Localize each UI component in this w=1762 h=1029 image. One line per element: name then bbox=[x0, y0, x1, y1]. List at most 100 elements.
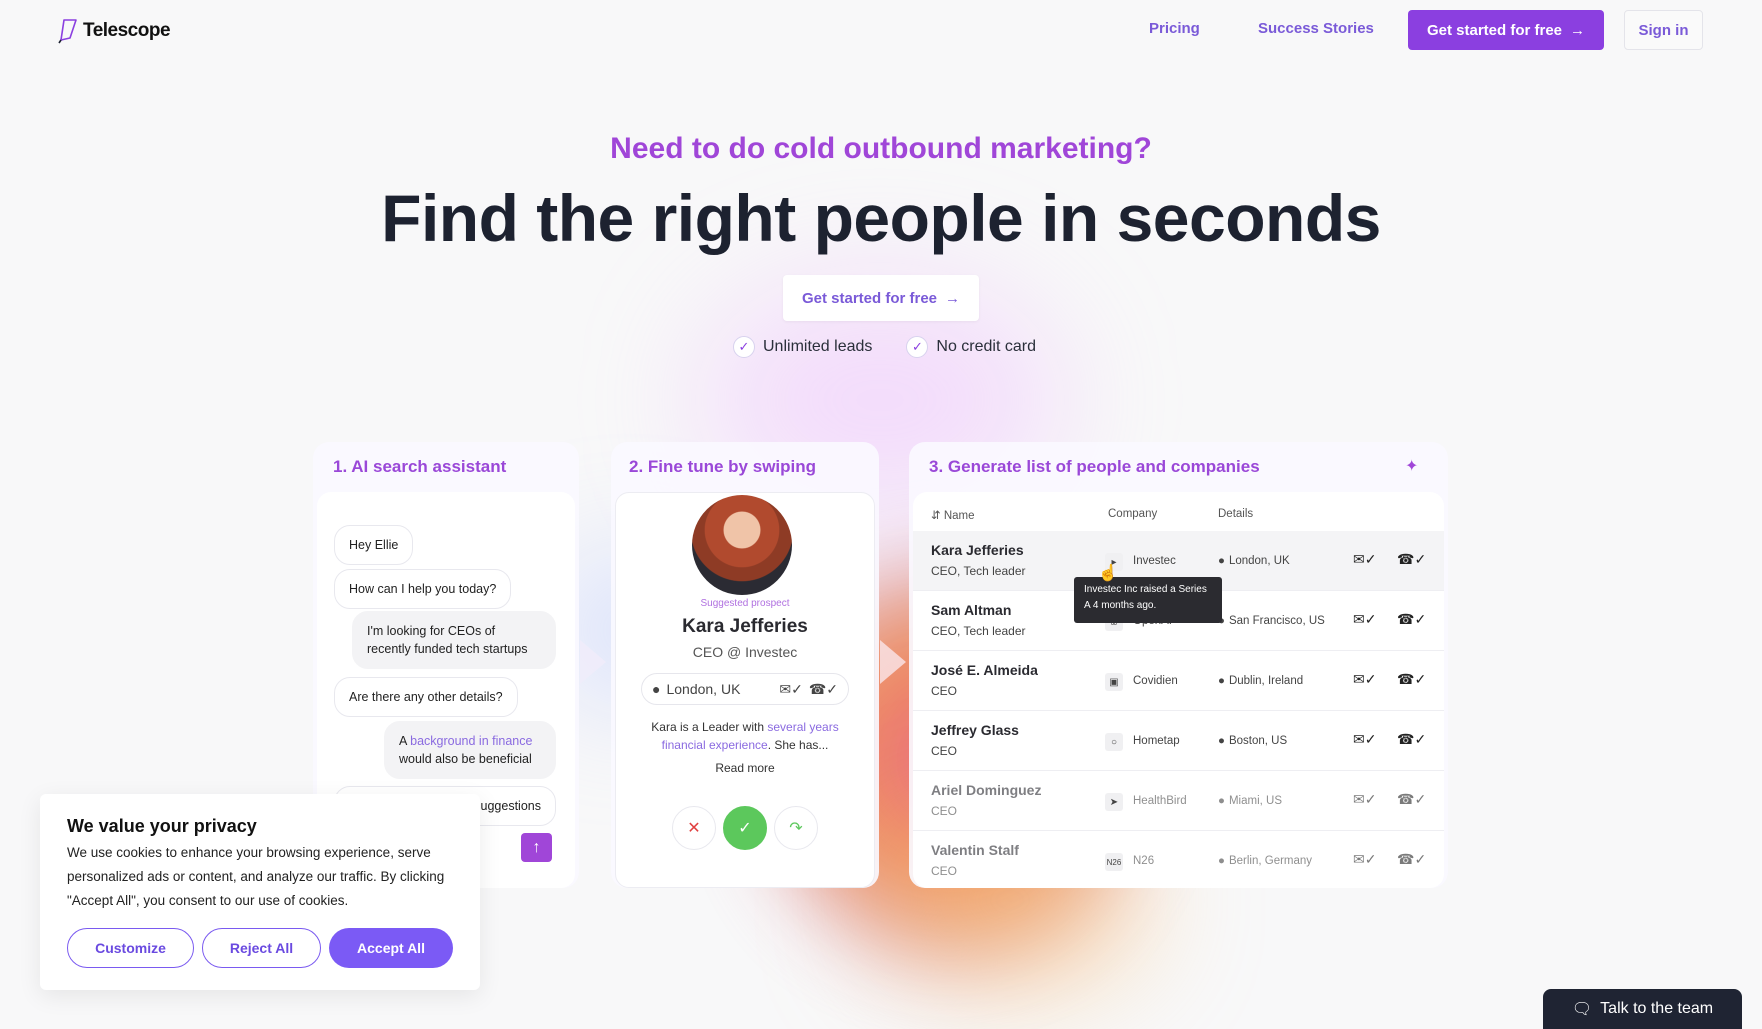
mail-icon[interactable]: ✉✓ bbox=[1353, 791, 1376, 808]
get-started-button[interactable]: Get started for free → bbox=[1408, 10, 1604, 50]
chat-text: A bbox=[399, 734, 411, 748]
telescope-icon bbox=[58, 19, 77, 44]
check-no-credit-card: ✓ No credit card bbox=[906, 336, 1036, 358]
mail-icon[interactable]: ✉✓ bbox=[1353, 611, 1376, 628]
talk-to-team-button[interactable]: 🗨 Talk to the team bbox=[1543, 989, 1742, 1029]
person-title: CEO, Tech leader bbox=[931, 564, 1026, 578]
location: ● London, UK bbox=[1218, 555, 1290, 567]
cookie-text: We use cookies to enhance your browsing … bbox=[67, 845, 445, 908]
nav-link-success-stories[interactable]: Success Stories bbox=[1258, 20, 1374, 37]
skip-button[interactable]: ↷ bbox=[774, 806, 818, 850]
location-text: Boston, US bbox=[1228, 735, 1288, 747]
hero-get-started-button[interactable]: Get started for free → bbox=[783, 275, 979, 321]
mail-icon[interactable]: ✉✓ bbox=[1353, 851, 1376, 868]
chat-text: would also be beneficial bbox=[399, 752, 532, 766]
reject-label: Reject All bbox=[229, 940, 294, 956]
suggested-label: Suggested prospect bbox=[700, 598, 790, 609]
check-icon: ✓ bbox=[738, 820, 752, 837]
arrow-right-icon: → bbox=[1570, 21, 1586, 39]
location-pin-icon: ● bbox=[1218, 855, 1225, 867]
table-row[interactable]: Ariel Dominguez CEO ➤ HealthBird ● Miami,… bbox=[913, 771, 1444, 831]
chat-bubble-bot: Hey Ellie bbox=[334, 525, 414, 565]
reject-all-button[interactable]: Reject All bbox=[202, 928, 321, 968]
column-header-name[interactable]: ⇵ Name bbox=[931, 508, 975, 522]
chevron-right-icon bbox=[580, 640, 606, 684]
sign-in-button[interactable]: Sign in bbox=[1624, 10, 1703, 50]
phone-icon[interactable]: ☎✓ bbox=[1397, 851, 1426, 868]
phone-icon[interactable]: ☎✓ bbox=[1397, 791, 1426, 808]
prospect-role: CEO @ Investec bbox=[692, 644, 798, 660]
talk-label: Talk to the team bbox=[1600, 1000, 1714, 1017]
send-button[interactable]: ↑ bbox=[521, 833, 552, 862]
table-row[interactable]: Jeffrey Glass CEO ○ Hometap ● Boston, US … bbox=[913, 711, 1444, 771]
n26-logo-icon: N26 bbox=[1105, 853, 1123, 871]
logo[interactable]: Telescope bbox=[58, 18, 171, 44]
phone-icon[interactable]: ☎✓ bbox=[1397, 551, 1426, 568]
desc-text: . She has... bbox=[767, 738, 829, 752]
check-label: Unlimited leads bbox=[763, 338, 873, 355]
person-title: CEO bbox=[931, 804, 958, 818]
covidien-logo-icon: ▣ bbox=[1105, 673, 1123, 691]
read-more-link[interactable]: Read more bbox=[612, 761, 878, 775]
prospect-description: Kara is a Leader with several years fina… bbox=[640, 718, 850, 754]
hero-eyebrow: Need to do cold outbound marketing? bbox=[610, 132, 1152, 165]
cookie-banner: We value your privacy We use cookies to … bbox=[40, 794, 480, 990]
desc-text: Kara is a Leader with bbox=[651, 720, 768, 734]
table-row[interactable]: José E. Almeida CEO ▣ Covidien ● Dublin, … bbox=[913, 651, 1444, 711]
redo-icon: ↷ bbox=[789, 820, 803, 837]
arrow-right-icon: → bbox=[945, 289, 961, 307]
location: ● Boston, US bbox=[1218, 735, 1287, 747]
person-name: Jeffrey Glass bbox=[931, 722, 1019, 738]
nav-link-pricing[interactable]: Pricing bbox=[1149, 20, 1200, 37]
reject-button[interactable]: ✕ bbox=[672, 806, 716, 850]
location-text: London, UK bbox=[1228, 555, 1290, 567]
cookie-title: We value your privacy bbox=[67, 816, 257, 836]
panel-title: 3. Generate list of people and companies bbox=[929, 457, 1260, 476]
arrow-up-icon: ↑ bbox=[532, 838, 541, 856]
chat-bubble-user: A background in finance would also be be… bbox=[384, 721, 556, 779]
company-name: N26 bbox=[1133, 855, 1155, 867]
table-row[interactable]: Valentin Stalf CEO N26 N26 ● Berlin, Germ… bbox=[913, 831, 1444, 891]
phone-icon: ☎✓ bbox=[808, 680, 838, 697]
chat-bubble-bot: Are there any other details? bbox=[334, 677, 518, 717]
hero-headline: Find the right people in seconds bbox=[381, 181, 1381, 255]
company-name: HealthBird bbox=[1133, 795, 1187, 807]
location-text: San Francisco, US bbox=[1228, 615, 1325, 627]
prospect-location: London, UK bbox=[666, 681, 741, 697]
location-text: Berlin, Germany bbox=[1228, 855, 1313, 867]
phone-icon[interactable]: ☎✓ bbox=[1397, 611, 1426, 628]
chevron-right-icon bbox=[880, 640, 906, 684]
sparkle-icon: ✦ bbox=[1405, 458, 1419, 475]
location-pin-icon: ● bbox=[652, 681, 661, 697]
person-title: CEO, Tech leader bbox=[931, 624, 1026, 638]
phone-icon[interactable]: ☎✓ bbox=[1397, 671, 1426, 688]
header-label: Name bbox=[943, 510, 975, 522]
mail-icon[interactable]: ✉✓ bbox=[1353, 671, 1376, 688]
person-name: Ariel Dominguez bbox=[931, 782, 1042, 798]
accept-all-button[interactable]: Accept All bbox=[329, 928, 453, 968]
healthbird-logo-icon: ➤ bbox=[1105, 793, 1123, 811]
customize-button[interactable]: Customize bbox=[67, 928, 194, 968]
mail-icon[interactable]: ✉✓ bbox=[1353, 731, 1376, 748]
location-pin-icon: ● bbox=[1218, 795, 1225, 807]
person-name: Sam Altman bbox=[931, 602, 1012, 618]
accept-button[interactable]: ✓ bbox=[723, 806, 767, 850]
get-started-label: Get started for free bbox=[1426, 21, 1563, 39]
phone-icon[interactable]: ☎✓ bbox=[1397, 731, 1426, 748]
person-name: Valentin Stalf bbox=[931, 842, 1019, 858]
check-icon: ✓ bbox=[733, 336, 755, 358]
column-header-company[interactable]: Company bbox=[1108, 508, 1157, 520]
check-label: No credit card bbox=[936, 338, 1036, 355]
location-pin-icon: ● bbox=[1218, 555, 1225, 567]
column-header-details[interactable]: Details bbox=[1218, 508, 1253, 520]
funding-tooltip: Investec Inc raised a Series A 4 months … bbox=[1074, 577, 1222, 623]
x-icon: ✕ bbox=[687, 820, 701, 837]
mail-icon: ✉✓ bbox=[779, 680, 803, 697]
mail-icon[interactable]: ✉✓ bbox=[1353, 551, 1376, 568]
prospect-name: Kara Jefferies bbox=[682, 616, 808, 637]
location: ● Miami, US bbox=[1218, 795, 1282, 807]
prospect-meta: ● London, UK ✉✓ ☎✓ bbox=[641, 673, 849, 705]
chat-bubble-icon: 🗨 bbox=[1571, 1001, 1593, 1018]
location: ●San Francisco, US bbox=[1218, 615, 1325, 627]
sign-in-label: Sign in bbox=[1638, 21, 1689, 39]
